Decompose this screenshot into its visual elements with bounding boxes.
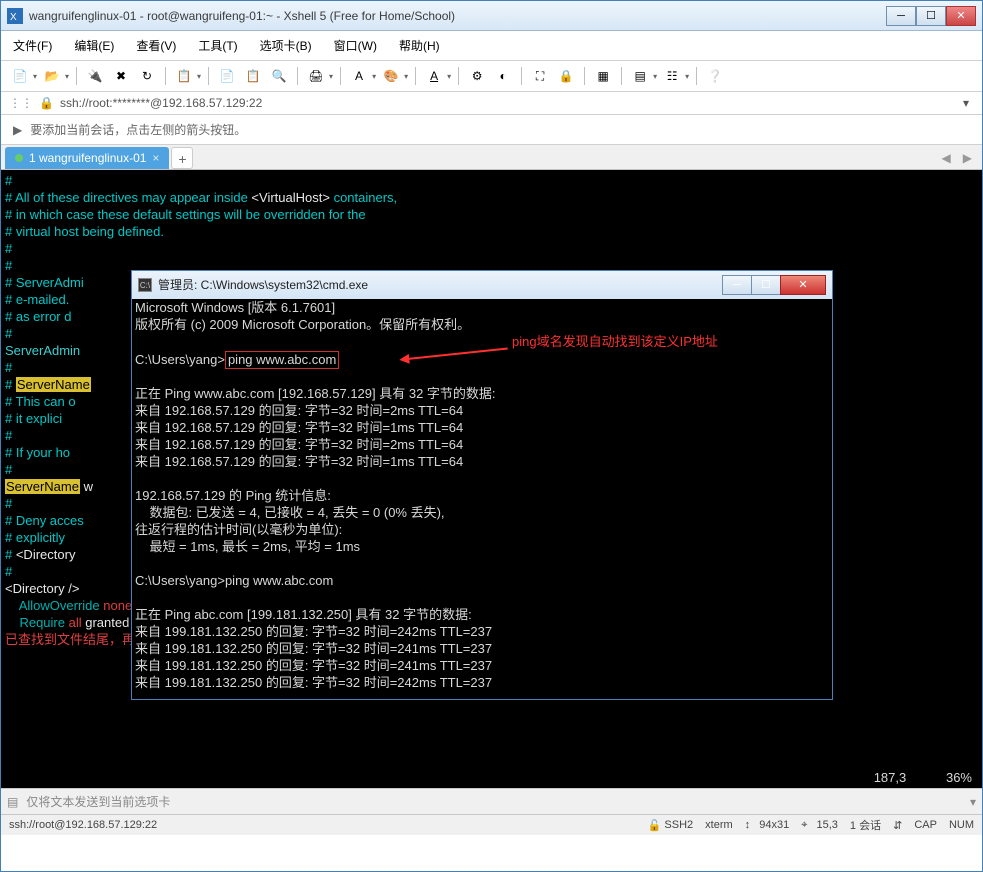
compose-bar: ▤ 仅将文本发送到当前选项卡 ▾ — [1, 788, 982, 814]
menu-window[interactable]: 窗口(W) — [330, 35, 381, 56]
help-icon[interactable]: ❔ — [704, 65, 726, 87]
address-url[interactable]: ssh://root:********@192.168.57.129:22 — [60, 96, 952, 110]
titlebar[interactable]: X wangruifenglinux-01 - root@wangruifeng… — [1, 1, 982, 31]
copy-icon[interactable]: 📄 — [216, 65, 238, 87]
status-term: xterm — [705, 819, 733, 831]
infobar: ▶ 要添加当前会话，点击左侧的箭头按钮。 — [1, 115, 982, 145]
lock-closed-icon: 🔒 — [39, 96, 54, 110]
terminal-view[interactable]: # # All of these directives may appear i… — [1, 170, 982, 788]
statusbar: ssh://root@192.168.57.129:22 🔓SSH2 xterm… — [1, 814, 982, 835]
lock-icon[interactable]: 🔒 — [555, 65, 577, 87]
new-session-icon[interactable]: 📄 — [9, 65, 31, 87]
cmd-title-text: 管理员: C:\Windows\system32\cmd.exe — [158, 277, 723, 294]
cmd-maximize-button[interactable]: ☐ — [751, 275, 781, 295]
svg-text:X: X — [10, 12, 17, 23]
window-title: wangruifenglinux-01 - root@wangruifeng-0… — [29, 9, 886, 23]
cmd-titlebar[interactable]: C:\ 管理员: C:\Windows\system32\cmd.exe ─ ☐… — [132, 271, 832, 299]
cmd-window[interactable]: C:\ 管理员: C:\Windows\system32\cmd.exe ─ ☐… — [131, 270, 833, 700]
print-icon[interactable]: 🖨 — [305, 65, 327, 87]
menu-view[interactable]: 查看(V) — [132, 35, 180, 56]
tab-session-1[interactable]: 1 wangruifenglinux-01 × — [5, 147, 169, 169]
menu-tools[interactable]: 工具(T) — [194, 35, 241, 56]
open-icon[interactable]: 📂 — [41, 65, 63, 87]
paste-icon[interactable]: 📋 — [242, 65, 264, 87]
script-icon[interactable]: ⚙ — [466, 65, 488, 87]
app-icon: X — [7, 8, 23, 24]
vim-status: 187,3 36% — [874, 769, 972, 786]
status-wh: 94x31 — [759, 819, 789, 831]
cursor-icon: ⌖ — [801, 819, 807, 832]
arrow-right-icon[interactable]: ▶ — [13, 123, 22, 137]
size-icon: ↕ — [745, 819, 751, 831]
font-icon[interactable]: A — [348, 65, 370, 87]
addressbar: ⋮⋮ 🔒 ssh://root:********@192.168.57.129:… — [1, 92, 982, 115]
annotation-text: ping域名发现自动找到该定义IP地址 — [512, 333, 718, 350]
find-icon[interactable]: 🔍 — [268, 65, 290, 87]
properties-icon[interactable]: 📋 — [173, 65, 195, 87]
menu-help[interactable]: 帮助(H) — [395, 35, 444, 56]
menu-tabs[interactable]: 选项卡(B) — [256, 35, 316, 56]
toolbar: 📄▾ 📂▾ 🔌 ✖ ↻ 📋▾ 📄 📋 🔍 🖨▾ A▾ 🎨▾ A▾ ⚙ ◐ ⛶ 🔒… — [1, 61, 982, 92]
status-num: NUM — [949, 819, 974, 831]
status-cursor: 15,3 — [816, 819, 837, 831]
tab-next-icon[interactable]: ▶ — [957, 151, 978, 165]
cmd-icon: C:\ — [138, 278, 152, 292]
connection-status-icon — [15, 154, 23, 162]
sessions-nav[interactable]: ⇵ — [893, 819, 902, 832]
tile-icon[interactable]: ▤ — [629, 65, 651, 87]
highlight-icon[interactable]: A — [423, 65, 445, 87]
tab-close-icon[interactable]: × — [152, 151, 159, 165]
transparent-icon[interactable]: ▦ — [592, 65, 614, 87]
menu-file[interactable]: 文件(F) — [9, 35, 56, 56]
tab-add-button[interactable]: + — [171, 147, 193, 169]
status-cap: CAP — [914, 819, 937, 831]
fullscreen-icon[interactable]: ⛶ — [529, 65, 551, 87]
tab-prev-icon[interactable]: ◀ — [936, 151, 957, 165]
menu-edit[interactable]: 编辑(E) — [70, 35, 118, 56]
reconnect-icon[interactable]: ↻ — [136, 65, 158, 87]
compose-icon[interactable]: ▤ — [7, 795, 18, 809]
compose-input[interactable]: 仅将文本发送到当前选项卡 — [24, 791, 964, 812]
ping-highlight: ping www.abc.com — [225, 351, 339, 369]
addressbar-grip[interactable]: ⋮⋮ — [9, 96, 33, 110]
cmd-output[interactable]: Microsoft Windows [版本 6.1.7601] 版权所有 (c)… — [132, 299, 832, 699]
xagent-icon[interactable]: ◐ — [492, 65, 514, 87]
infobar-text: 要添加当前会话，点击左侧的箭头按钮。 — [30, 121, 246, 138]
menubar: 文件(F) 编辑(E) 查看(V) 工具(T) 选项卡(B) 窗口(W) 帮助(… — [1, 31, 982, 61]
close-button[interactable]: ✕ — [946, 6, 976, 26]
disconnect-icon[interactable]: ✖ — [110, 65, 132, 87]
cascade-icon[interactable]: ☷ — [661, 65, 683, 87]
main-window: X wangruifenglinux-01 - root@wangruifeng… — [0, 0, 983, 872]
color-icon[interactable]: 🎨 — [380, 65, 402, 87]
connect-icon[interactable]: 🔌 — [84, 65, 106, 87]
status-connection: ssh://root@192.168.57.129:22 — [9, 819, 157, 831]
minimize-button[interactable]: ─ — [886, 6, 916, 26]
cmd-minimize-button[interactable]: ─ — [722, 275, 752, 295]
maximize-button[interactable]: ☐ — [916, 6, 946, 26]
status-protocol: SSH2 — [664, 819, 693, 831]
tabbar: 1 wangruifenglinux-01 × + ◀ ▶ — [1, 145, 982, 170]
tab-label: 1 wangruifenglinux-01 — [29, 151, 146, 165]
address-dropdown[interactable]: ▾ — [958, 96, 974, 110]
lock-open-icon: 🔓 — [648, 819, 662, 832]
cmd-close-button[interactable]: ✕ — [780, 275, 826, 295]
status-sessions: 1 会话 — [850, 817, 881, 833]
compose-dropdown[interactable]: ▾ — [970, 795, 976, 809]
